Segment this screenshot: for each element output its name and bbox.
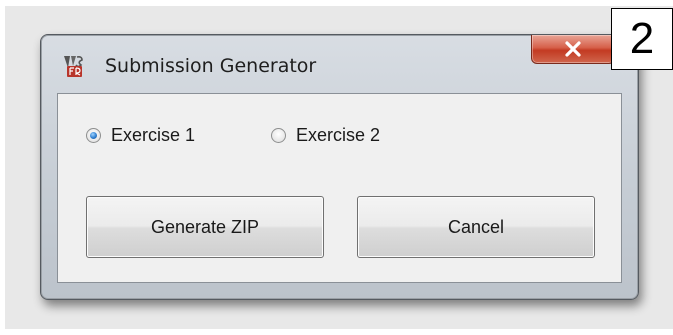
generate-zip-button[interactable]: Generate ZIP (86, 196, 324, 258)
radio-label-exercise-2: Exercise 2 (296, 124, 381, 145)
close-icon (565, 41, 581, 57)
radio-exercise-2[interactable]: Exercise 2 (271, 123, 380, 147)
radio-exercise-1[interactable]: Exercise 1 (86, 123, 195, 147)
window-title: Submission Generator (105, 55, 317, 77)
dialog-content: Exercise 1 Exercise 2 Generate ZIP Cance… (57, 93, 622, 283)
radio-button-unchecked[interactable] (271, 127, 286, 143)
app-logo-icon (62, 54, 86, 78)
radio-button-checked[interactable] (86, 127, 101, 143)
step-number-badge: 2 (611, 8, 673, 70)
dialog-window: Submission Generator Exercise 1 Exercise… (40, 34, 639, 300)
radio-label-exercise-1: Exercise 1 (111, 124, 196, 145)
title-bar[interactable]: Submission Generator (41, 35, 638, 91)
cancel-button[interactable]: Cancel (357, 196, 595, 258)
close-button[interactable] (531, 35, 615, 64)
